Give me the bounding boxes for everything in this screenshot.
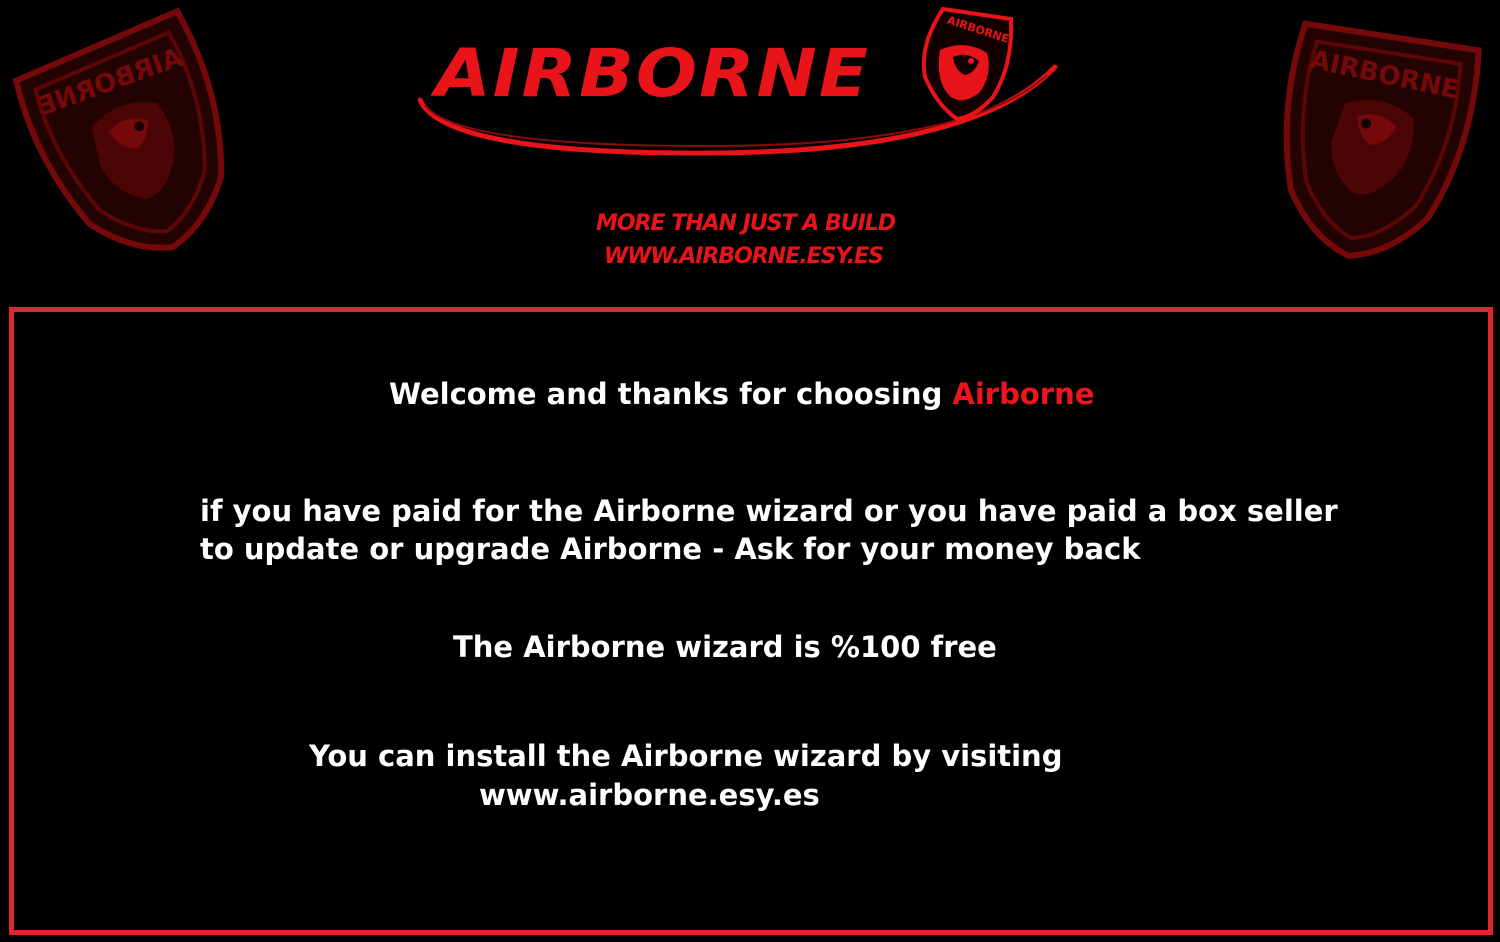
welcome-heading: Welcome and thanks for choosing Airborne [389,375,1094,413]
free-notice: The Airborne wizard is %100 free [453,630,997,664]
paid-warning-line-1: if you have paid for the Airborne wizard… [200,494,1338,528]
airborne-logo: AIRBORNE AIRBORNE [415,5,1060,165]
paid-warning-line-2: to update or upgrade Airborne - Ask for … [200,532,1141,566]
eagle-badge-icon: AIRBORNE [921,6,1014,122]
tagline: MORE THAN JUST A BUILD WWW.AIRBORNE.ESY.… [596,207,896,273]
eagle-shield-icon-left: AIRBORNE [12,7,225,251]
welcome-text: Welcome and thanks for choosing [389,377,953,411]
tagline-line-1: MORE THAN JUST A BUILD [596,211,896,236]
welcome-brand: Airborne [952,377,1095,411]
logo-wordmark: AIRBORNE [435,34,870,112]
install-url: www.airborne.esy.es [479,778,820,812]
eagle-shield-icon-right: AIRBORNE [1283,20,1482,259]
paid-warning: if you have paid for the Airborne wizard… [200,492,1338,568]
tagline-url: WWW.AIRBORNE.ESY.ES [604,244,884,269]
install-instruction: You can install the Airborne wizard by v… [309,739,1063,773]
